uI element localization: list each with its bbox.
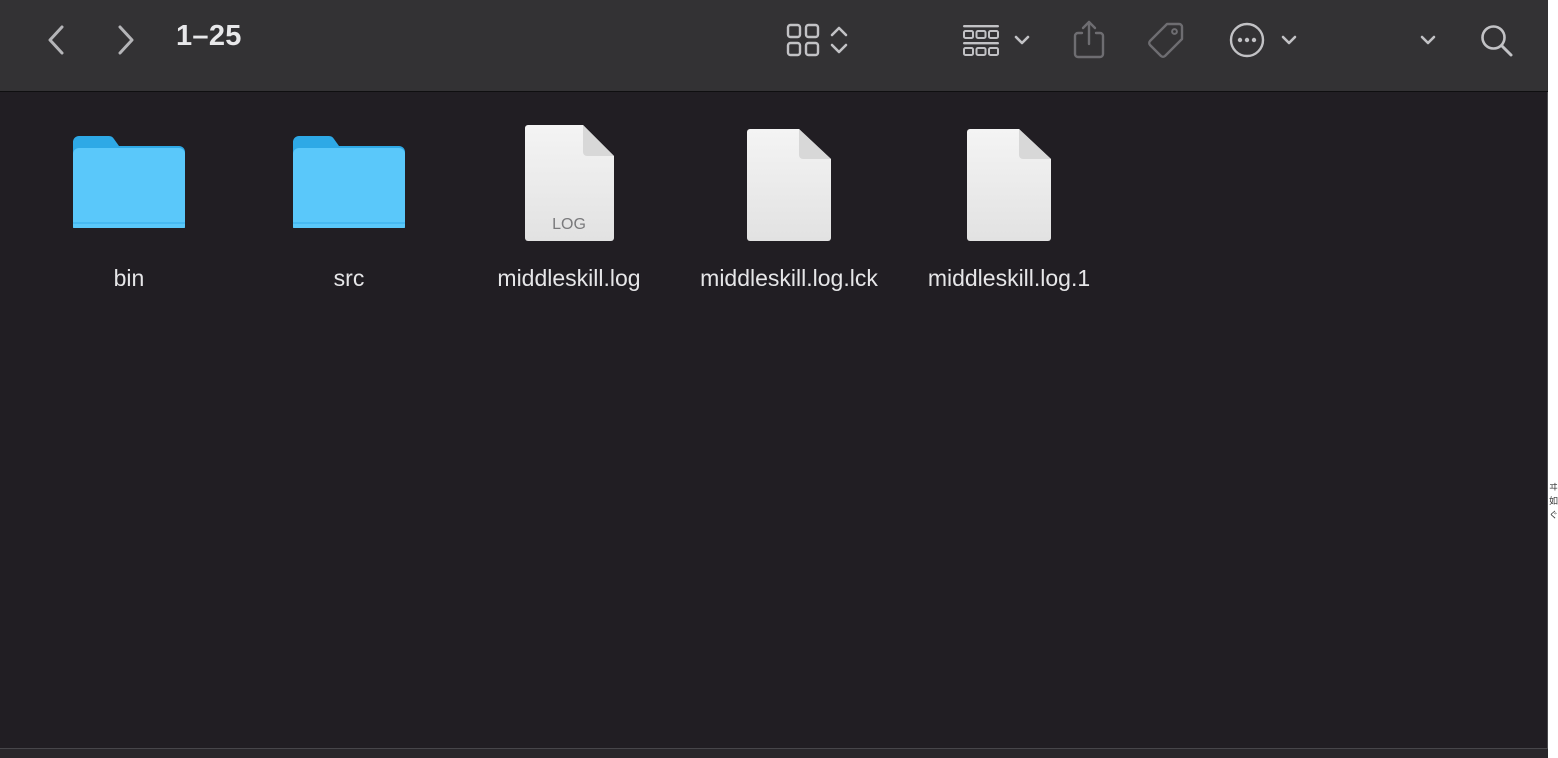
folder-icon [73, 136, 185, 228]
view-mode-button[interactable] [780, 18, 856, 62]
share-button[interactable] [1068, 16, 1110, 62]
status-bar [0, 748, 1548, 758]
group-button[interactable] [958, 18, 1036, 62]
chevron-down-icon [1420, 35, 1436, 45]
file-item-lck[interactable]: middleskill.log.lck [679, 118, 899, 298]
chevron-down-icon [1281, 35, 1297, 45]
magnifier-icon [1481, 25, 1513, 57]
file-name: middleskill.log.lck [700, 265, 878, 291]
grid-view-icon [786, 23, 820, 57]
chevron-down-icon [1014, 35, 1030, 45]
chevron-right-icon [118, 25, 134, 55]
file-item-src[interactable]: src [239, 118, 459, 298]
up-down-chevron-icon [830, 26, 848, 54]
finder-window: 1–25 bin src LOG middleskill.log middles… [0, 0, 1548, 758]
forward-button[interactable] [110, 22, 142, 58]
chevron-left-icon [48, 25, 64, 55]
file-badge: LOG [552, 216, 586, 233]
log-document-icon: LOG [525, 125, 614, 241]
file-name: middleskill.log [497, 265, 641, 291]
file-name: src [333, 265, 365, 291]
file-item-log[interactable]: LOG middleskill.log [459, 118, 679, 298]
tag-button[interactable] [1144, 18, 1188, 62]
toolbar-overflow-button[interactable] [1414, 26, 1442, 54]
folder-icon [293, 136, 405, 228]
share-icon [1073, 20, 1105, 59]
file-item-log-1[interactable]: middleskill.log.1 [899, 118, 1119, 298]
file-grid: bin src LOG middleskill.log middleskill.… [0, 93, 1548, 748]
file-name: bin [113, 265, 145, 291]
background-window-edge [1548, 0, 1558, 758]
file-name: middleskill.log.1 [927, 265, 1091, 291]
ellipsis-circle-icon [1229, 22, 1265, 58]
toolbar: 1–25 [0, 0, 1548, 92]
file-item-bin[interactable]: bin [19, 118, 239, 298]
group-grid-icon [963, 25, 999, 56]
tag-icon [1148, 22, 1184, 58]
more-actions-button[interactable] [1226, 18, 1302, 62]
document-icon [967, 129, 1051, 241]
window-title: 1–25 [176, 20, 242, 52]
background-window-text: ヰ如…ぐ› [1549, 482, 1558, 520]
document-icon [747, 129, 831, 241]
search-button[interactable] [1476, 20, 1518, 62]
back-button[interactable] [40, 22, 72, 58]
